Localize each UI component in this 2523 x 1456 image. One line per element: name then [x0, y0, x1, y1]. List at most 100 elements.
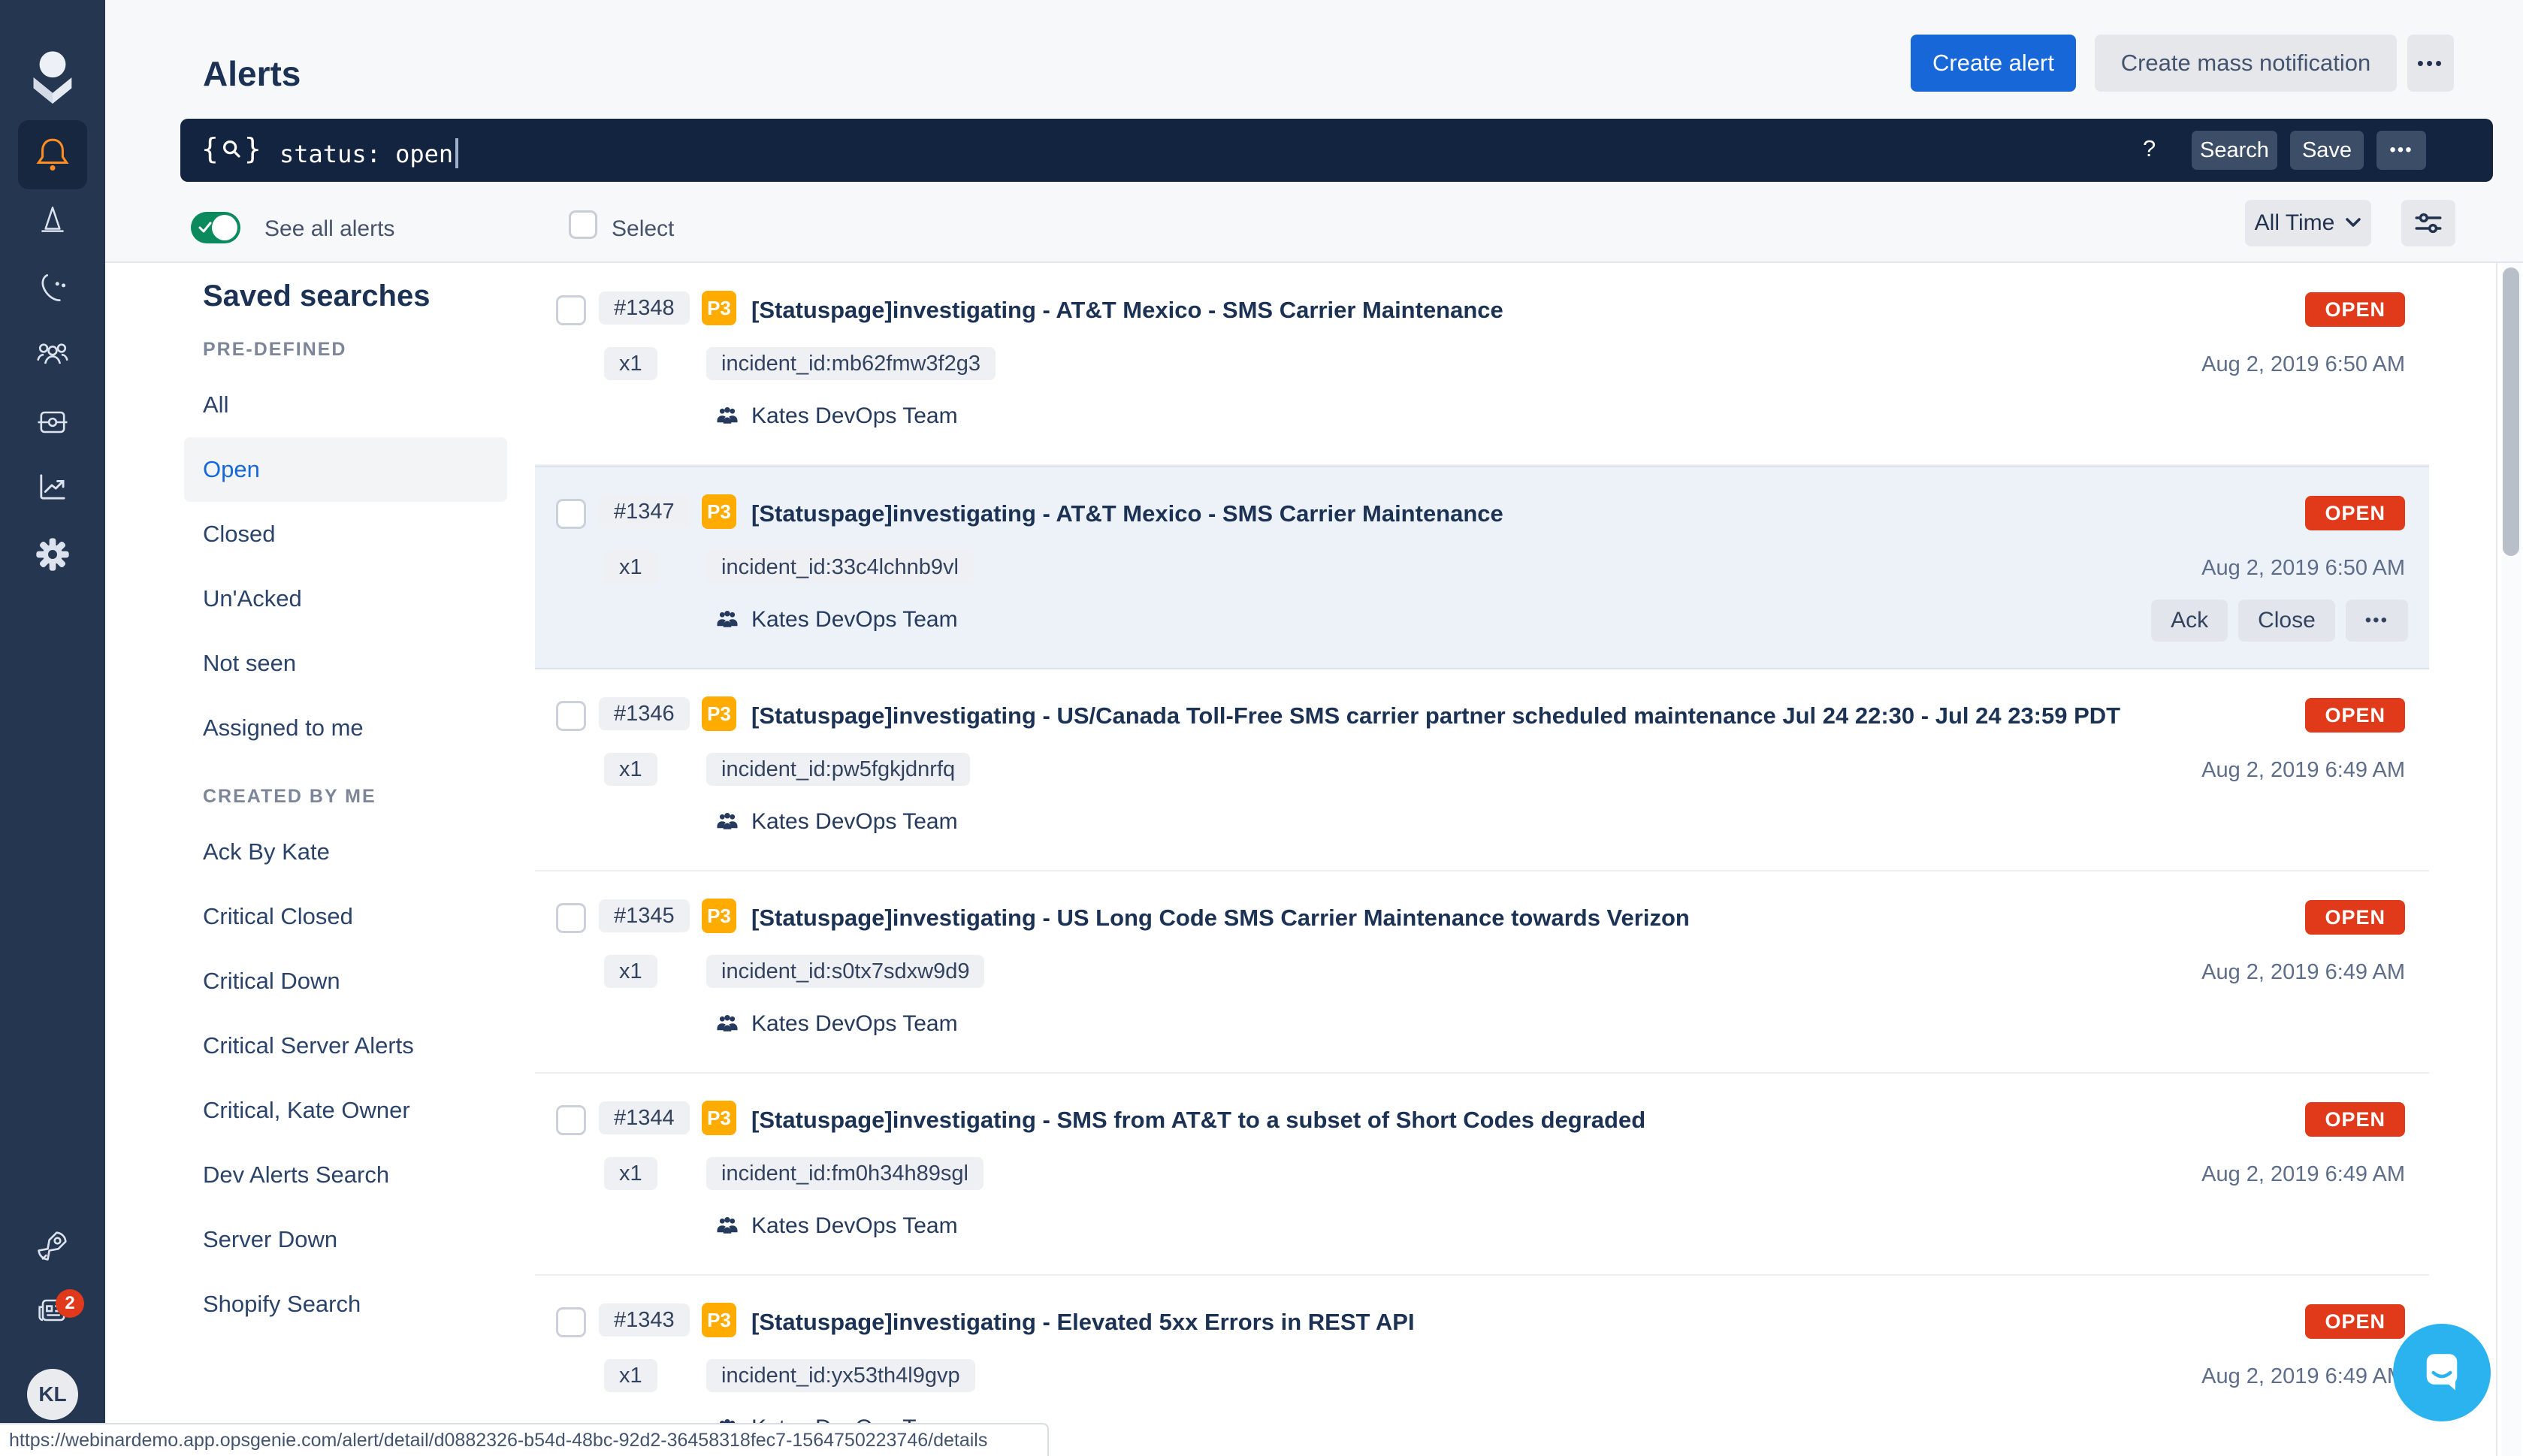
header-more-button[interactable]: ••• [2407, 35, 2454, 92]
alert-tag-pill[interactable]: incident_id:s0tx7sdxw9d9 [706, 955, 984, 988]
alert-timestamp: Aug 2, 2019 6:49 AM [2201, 1364, 2405, 1389]
sidebar-item-announcements[interactable] [0, 1291, 105, 1330]
opsgenie-logo[interactable] [0, 47, 105, 104]
alert-id-pill[interactable]: #1347 [599, 495, 690, 528]
saved-search-item-label: Critical Closed [203, 903, 353, 930]
saved-search-item-label: Critical, Kate Owner [203, 1097, 410, 1124]
save-search-button[interactable]: Save [2290, 131, 2364, 170]
search-query-input[interactable]: status: open [279, 138, 458, 168]
row-checkbox[interactable] [556, 903, 586, 933]
sidebar-item-settings[interactable] [0, 535, 105, 574]
cone-icon [34, 201, 71, 239]
phone-icon [34, 269, 71, 307]
alert-title[interactable]: [Statuspage]investigating - AT&T Mexico … [751, 297, 1503, 324]
saved-search-item[interactable]: All [184, 373, 507, 437]
row-checkbox[interactable] [556, 1307, 586, 1337]
alert-count-pill: x1 [604, 1359, 657, 1392]
time-filter-dropdown[interactable]: All Time [2245, 200, 2371, 246]
team-name: Kates DevOps Team [751, 403, 958, 429]
sidebar-item-whats-new[interactable] [0, 1226, 105, 1265]
search-button[interactable]: Search [2192, 131, 2277, 170]
sidebar-item-teams[interactable] [0, 334, 105, 373]
select-label: Select [612, 216, 674, 242]
sidebar-item-on-call[interactable] [0, 269, 105, 307]
team-icon [714, 606, 741, 633]
alert-title[interactable]: [Statuspage]investigating - AT&T Mexico … [751, 500, 1503, 527]
team-icon [714, 808, 741, 835]
saved-search-item[interactable]: Critical Server Alerts [184, 1013, 507, 1078]
alert-list: #1348 P3 [Statuspage]investigating - AT&… [535, 264, 2429, 1456]
saved-search-item[interactable]: Dev Alerts Search [184, 1143, 507, 1207]
see-all-alerts-label: See all alerts [264, 216, 394, 242]
alert-id-pill[interactable]: #1345 [599, 899, 690, 932]
alert-title[interactable]: [Statuspage]investigating - SMS from AT&… [751, 1107, 1645, 1134]
row-checkbox[interactable] [556, 1105, 586, 1135]
alert-row[interactable]: #1346 P3 [Statuspage]investigating - US/… [535, 669, 2429, 871]
alert-id-pill[interactable]: #1348 [599, 292, 690, 325]
row-checkbox[interactable] [556, 499, 586, 529]
alert-title[interactable]: [Statuspage]investigating - US Long Code… [751, 905, 1690, 932]
people-icon [33, 334, 72, 373]
saved-search-item[interactable]: Ack By Kate [184, 820, 507, 884]
alert-row[interactable]: #1348 P3 [Statuspage]investigating - AT&… [535, 264, 2429, 466]
alert-id-pill[interactable]: #1346 [599, 697, 690, 730]
saved-search-item[interactable]: Not seen [184, 631, 507, 696]
saved-search-item[interactable]: Server Down [184, 1207, 507, 1272]
row-checkbox[interactable] [556, 701, 586, 731]
search-help-button[interactable]: ? [2143, 135, 2156, 162]
team-icon [714, 1213, 741, 1240]
alert-row[interactable]: #1345 P3 [Statuspage]investigating - US … [535, 871, 2429, 1074]
alert-title[interactable]: [Statuspage]investigating - Elevated 5xx… [751, 1309, 1415, 1336]
alert-title[interactable]: [Statuspage]investigating - US/Canada To… [751, 702, 2120, 730]
sidebar-item-analytics[interactable] [0, 467, 105, 506]
alert-tag-pill[interactable]: incident_id:33c4lchnb9vl [706, 551, 974, 584]
alert-row[interactable]: #1347 P3 [Statuspage]investigating - AT&… [535, 466, 2429, 669]
saved-search-item[interactable]: Critical Down [184, 949, 507, 1013]
time-filter-label: All Time [2255, 210, 2335, 236]
sidebar-item-services[interactable] [0, 403, 105, 442]
select-all-checkbox[interactable] [569, 210, 597, 239]
saved-search-item[interactable]: Assigned to me [184, 696, 507, 760]
saved-search-item[interactable]: Critical Closed [184, 884, 507, 949]
saved-search-item[interactable]: Shopify Search [184, 1272, 507, 1337]
alert-tag-pill[interactable]: incident_id:fm0h34h89sgl [706, 1157, 984, 1190]
row-more-button[interactable]: ••• [2346, 600, 2408, 642]
user-avatar[interactable]: KL [27, 1369, 78, 1420]
saved-search-item-label: Open [203, 456, 260, 483]
sliders-icon [2413, 207, 2444, 239]
alert-tag-pill[interactable]: incident_id:mb62fmw3f2g3 [706, 347, 996, 380]
saved-search-item[interactable]: Un'Acked [184, 566, 507, 631]
chat-launcher-button[interactable] [2393, 1324, 2491, 1421]
alert-count-pill: x1 [604, 753, 657, 786]
alert-timestamp: Aug 2, 2019 6:49 AM [2201, 960, 2405, 985]
row-actions: Ack Close ••• [2151, 600, 2408, 642]
sidebar-item-incidents[interactable] [0, 201, 105, 239]
alert-id-pill[interactable]: #1343 [599, 1303, 690, 1337]
row-checkbox[interactable] [556, 295, 586, 325]
search-more-button[interactable]: ••• [2376, 131, 2426, 170]
alert-tag-pill[interactable]: incident_id:pw5fgkjdnrfq [706, 753, 970, 786]
scrollbar-thumb[interactable] [2503, 267, 2519, 556]
alert-team: Kates DevOps Team [714, 403, 958, 430]
saved-search-item-label: Ack By Kate [203, 838, 330, 865]
status-badge: OPEN [2305, 900, 2405, 935]
alert-tag-pill[interactable]: incident_id:yx53th4l9gvp [706, 1359, 975, 1392]
alert-timestamp: Aug 2, 2019 6:49 AM [2201, 1162, 2405, 1187]
saved-search-item[interactable]: Closed [184, 502, 507, 566]
rocket-icon [33, 1226, 72, 1265]
alert-timestamp: Aug 2, 2019 6:49 AM [2201, 758, 2405, 783]
saved-search-item[interactable]: Open [184, 437, 507, 502]
close-button[interactable]: Close [2238, 600, 2335, 642]
alert-row[interactable]: #1344 P3 [Statuspage]investigating - SMS… [535, 1074, 2429, 1276]
list-settings-button[interactable] [2401, 200, 2455, 246]
create-alert-button[interactable]: Create alert [1911, 35, 2076, 92]
ack-button[interactable]: Ack [2151, 600, 2228, 642]
alert-id-pill[interactable]: #1344 [599, 1101, 690, 1134]
saved-search-item-label: Assigned to me [203, 714, 364, 742]
bell-icon [32, 134, 74, 176]
see-all-alerts-toggle[interactable] [191, 212, 240, 243]
create-mass-notification-button[interactable]: Create mass notification [2095, 35, 2397, 92]
analytics-icon [33, 467, 72, 506]
sidebar-item-alerts[interactable] [18, 120, 87, 189]
saved-search-item[interactable]: Critical, Kate Owner [184, 1078, 507, 1143]
